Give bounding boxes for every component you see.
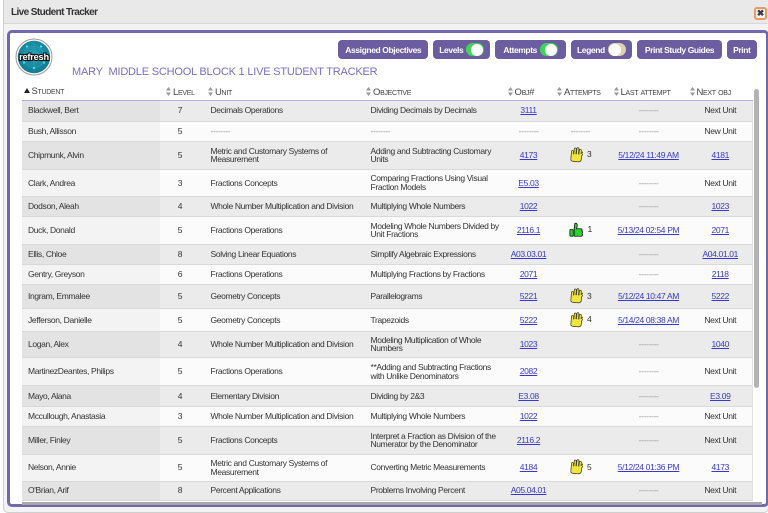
svg-text:refresh: refresh (19, 51, 49, 61)
